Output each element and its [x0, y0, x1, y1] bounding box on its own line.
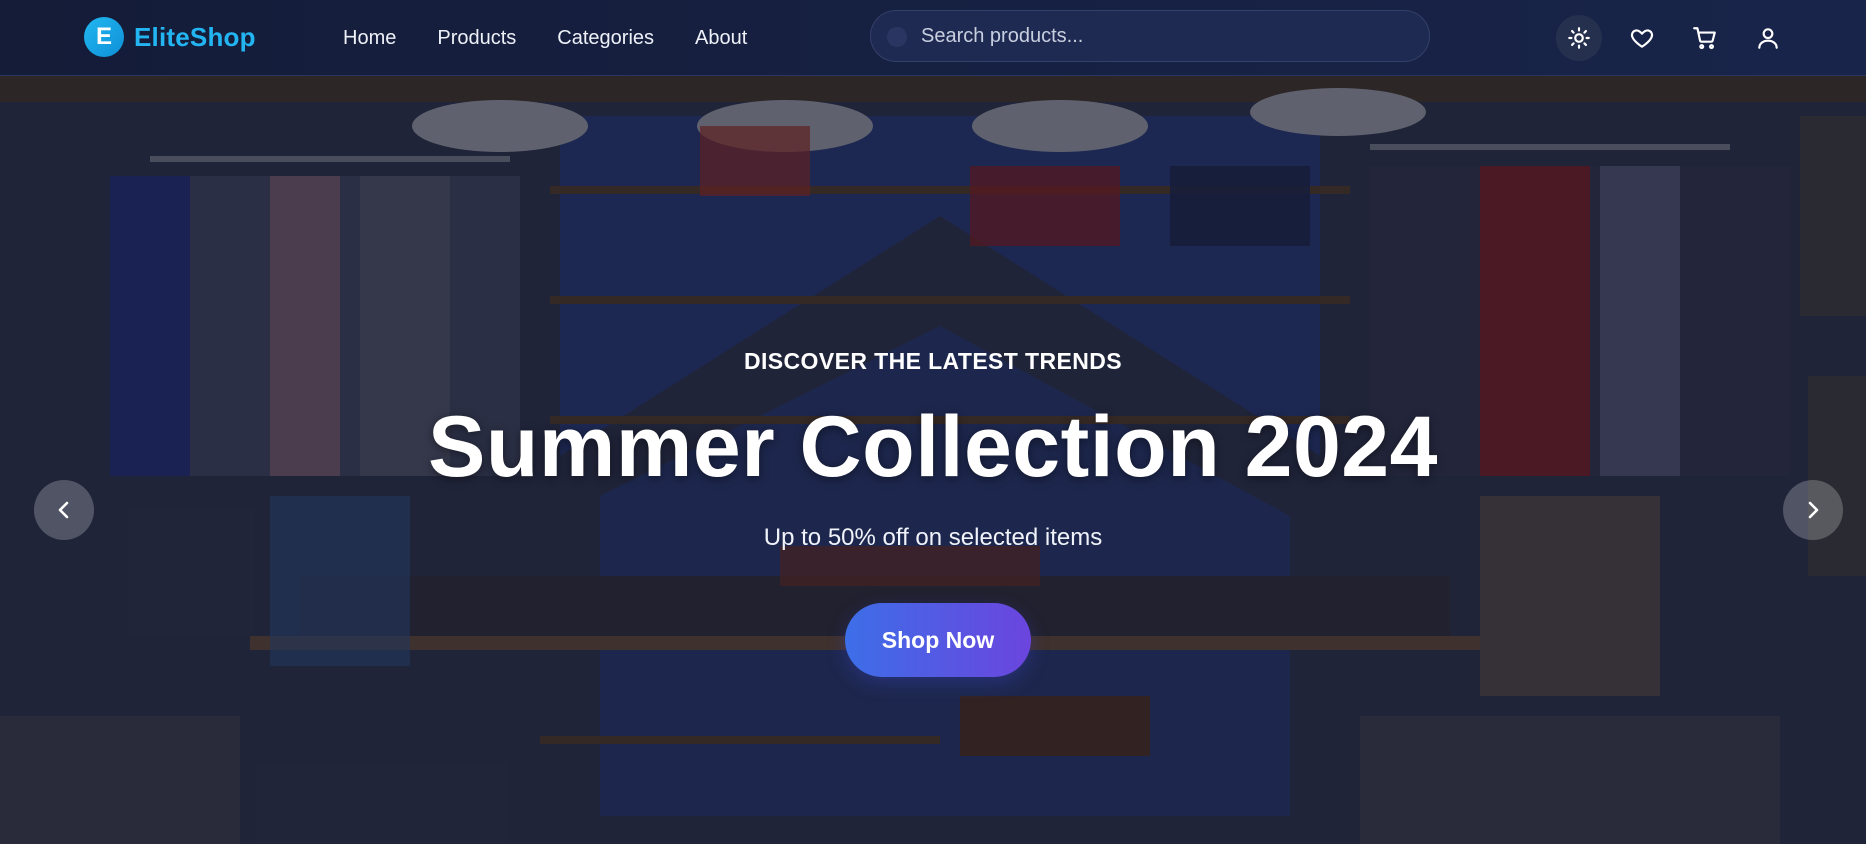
theme-toggle-button[interactable] — [1556, 15, 1602, 61]
top-navbar: E EliteShop Home Products Categories Abo… — [0, 0, 1866, 76]
chevron-left-icon — [58, 501, 69, 519]
nav-link-home[interactable]: Home — [343, 22, 396, 54]
navbar-actions — [1556, 15, 1791, 61]
nav-link-categories[interactable]: Categories — [557, 22, 654, 54]
cart-icon — [1693, 27, 1716, 50]
brand-logo[interactable]: E EliteShop — [84, 17, 256, 57]
sun-icon — [1568, 27, 1590, 49]
wishlist-button[interactable] — [1619, 15, 1665, 61]
nav-link-about[interactable]: About — [695, 22, 747, 54]
user-icon — [1758, 28, 1778, 49]
search-bar — [870, 10, 1430, 62]
search-input[interactable] — [921, 24, 1401, 48]
hero-eyebrow: DISCOVER THE LATEST TRENDS — [744, 348, 1122, 374]
shop-now-button[interactable]: Shop Now — [845, 603, 1031, 677]
hero-carousel: DISCOVER THE LATEST TRENDS Summer Collec… — [0, 76, 1866, 844]
heart-icon — [1630, 29, 1654, 48]
carousel-next-button[interactable] — [1783, 480, 1843, 540]
brand-mark: E — [84, 17, 124, 57]
cart-button[interactable] — [1682, 15, 1728, 61]
hero-headline: Summer Collection 2024 — [428, 399, 1438, 495]
carousel-prev-button[interactable] — [34, 480, 94, 540]
nav-link-products[interactable]: Products — [437, 22, 516, 54]
chevron-right-icon — [1808, 501, 1819, 519]
main-nav: Home Products Categories About — [343, 22, 747, 54]
search-icon — [887, 27, 907, 47]
account-button[interactable] — [1745, 15, 1791, 61]
brand-name: EliteShop — [134, 21, 256, 52]
hero-subline: Up to 50% off on selected items — [763, 524, 1103, 551]
